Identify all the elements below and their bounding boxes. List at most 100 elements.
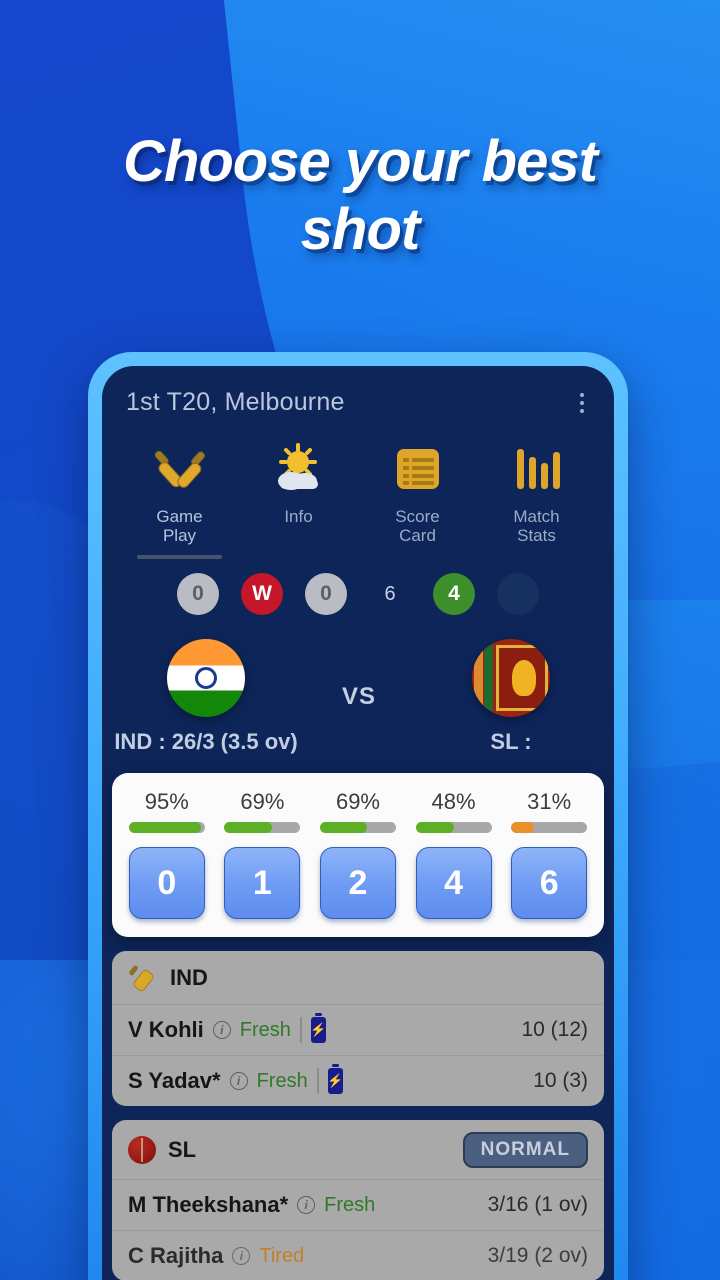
shot-probability-bar [415, 822, 492, 834]
tab-match-stats[interactable]: Match Stats [477, 433, 596, 555]
shot-button-4[interactable]: 4 [415, 847, 492, 920]
divider [316, 1068, 319, 1095]
kebab-menu-icon[interactable] [574, 389, 590, 417]
table-row[interactable]: M Theekshana* i Fresh 3/16 (1 ov) [112, 1180, 604, 1232]
headline-line-2: shot [300, 197, 420, 263]
ball-by-ball-row: 0 W 0 6 4 [102, 555, 614, 625]
tab-label-line-1: Info [284, 507, 313, 526]
lion-emblem [512, 660, 536, 697]
sun-cloud-icon [271, 439, 327, 501]
table-row[interactable]: V Kohli i Fresh ⚡ 10 (12) [112, 1005, 604, 1057]
tab-game-play[interactable]: Game Play [120, 433, 239, 560]
player-name: V Kohli [128, 1017, 204, 1043]
shot-percent: 95% [144, 789, 189, 815]
shot-option: 31% 6 [506, 789, 592, 920]
bar-fill [511, 822, 534, 834]
team-left-score: IND : 26/3 (3.5 ov) [114, 729, 298, 755]
shot-option: 95% 0 [124, 789, 210, 920]
ball-outcome [497, 573, 539, 616]
flag-stripe [474, 645, 483, 712]
team-right: SL : [432, 639, 590, 755]
ball-outcome: 6 [384, 582, 396, 605]
app-header: 1st T20, Melbourne [102, 366, 614, 427]
shot-probability-bar [128, 822, 205, 834]
bar-fill [319, 822, 368, 834]
page-title: 1st T20, Melbourne [126, 388, 345, 416]
shot-selection-card: 95% 0 69% 1 69% 2 48% 4 31% 6 [112, 773, 604, 938]
info-icon[interactable]: i [297, 1196, 316, 1215]
player-score: 10 (12) [521, 1018, 588, 1042]
tab-label: Match Stats [513, 507, 559, 545]
batting-team-info: IND [128, 963, 208, 993]
status-badge[interactable]: NORMAL [462, 1132, 588, 1169]
shot-button-1[interactable]: 1 [224, 847, 301, 920]
ball-outcome: W [241, 573, 283, 616]
player-stamina: Fresh [324, 1193, 376, 1216]
bowling-card-header: SL NORMAL [112, 1120, 604, 1181]
player-stamina: Tired [259, 1244, 305, 1267]
battery-icon: ⚡ [327, 1064, 343, 1095]
score-list-icon [390, 439, 446, 501]
phone-mockup: 1st T20, Melbourne Game Play Info Score … [88, 352, 628, 1280]
table-row[interactable]: C Rajitha i Tired 3/19 (2 ov) [112, 1231, 604, 1280]
tab-label: Score Card [395, 507, 439, 545]
player-name: C Rajitha [128, 1243, 224, 1269]
batting-scoreboard: IND V Kohli i Fresh ⚡ 10 (12) S Yadav* i… [112, 951, 604, 1107]
shot-percent: 69% [335, 789, 380, 815]
batting-team-name: IND [170, 965, 208, 991]
info-icon[interactable]: i [232, 1247, 251, 1266]
vs-label: VS [342, 683, 377, 711]
india-flag-icon [167, 639, 245, 718]
bar-fill [224, 822, 272, 834]
player-info: V Kohli i Fresh ⚡ [128, 1013, 327, 1044]
headline-line-1: Choose your best [123, 129, 598, 194]
shot-probability-bar [511, 822, 588, 834]
match-teams: IND : 26/3 (3.5 ov) VS SL : [102, 625, 614, 761]
shot-percent: 69% [240, 789, 285, 815]
bowling-team-name: SL [168, 1137, 197, 1163]
shot-options-row: 95% 0 69% 1 69% 2 48% 4 31% 6 [124, 789, 592, 920]
player-info: M Theekshana* i Fresh [128, 1192, 375, 1218]
team-left: IND : 26/3 (3.5 ov) [114, 639, 298, 755]
ball-outcome: 0 [177, 573, 219, 616]
crossed-bats-icon [152, 439, 208, 501]
cricket-ball-icon [128, 1136, 156, 1165]
cricket-bat-icon [128, 963, 158, 993]
tab-info[interactable]: Info [239, 433, 358, 555]
ashoka-chakra [195, 667, 217, 690]
table-row[interactable]: S Yadav* i Fresh ⚡ 10 (3) [112, 1056, 604, 1106]
tab-label-line-1: Game [156, 507, 203, 526]
phone-screen: 1st T20, Melbourne Game Play Info Score … [102, 366, 614, 1280]
tab-label: Game Play [156, 507, 202, 545]
tab-label-line-1: Score [395, 507, 440, 526]
player-info: S Yadav* i Fresh ⚡ [128, 1064, 343, 1095]
tab-label-line-2: Card [399, 526, 436, 546]
batting-card-header: IND [112, 951, 604, 1006]
shot-button-6[interactable]: 6 [511, 847, 588, 920]
kebab-dot [580, 392, 584, 397]
player-info: C Rajitha i Tired [128, 1243, 304, 1269]
shot-option: 48% 4 [411, 789, 497, 920]
shot-probability-bar [319, 822, 396, 834]
bat-handle [128, 964, 139, 977]
flag-stripe [484, 645, 493, 712]
tab-label-line-2: Play [162, 526, 197, 546]
shot-button-0[interactable]: 0 [128, 847, 205, 920]
shot-button-2[interactable]: 2 [319, 847, 396, 920]
shot-option: 69% 2 [315, 789, 401, 920]
tab-label-line-2: Stats [517, 526, 556, 546]
tab-bar: Game Play Info Score Card Match Stats [102, 427, 614, 560]
player-score: 10 (3) [533, 1069, 588, 1093]
divider [299, 1017, 302, 1044]
bar-fill [128, 822, 201, 834]
bar-fill [415, 822, 454, 834]
tab-score-card[interactable]: Score Card [358, 433, 477, 555]
shot-percent: 48% [431, 789, 476, 815]
shot-percent: 31% [527, 789, 572, 815]
info-icon[interactable]: i [212, 1021, 231, 1040]
player-score: 3/16 (1 ov) [487, 1193, 588, 1217]
bowling-scoreboard: SL NORMAL M Theekshana* i Fresh 3/16 (1 … [112, 1120, 604, 1280]
tab-label: Info [284, 507, 312, 526]
tab-label-line-1: Match [513, 507, 560, 526]
info-icon[interactable]: i [229, 1072, 248, 1091]
